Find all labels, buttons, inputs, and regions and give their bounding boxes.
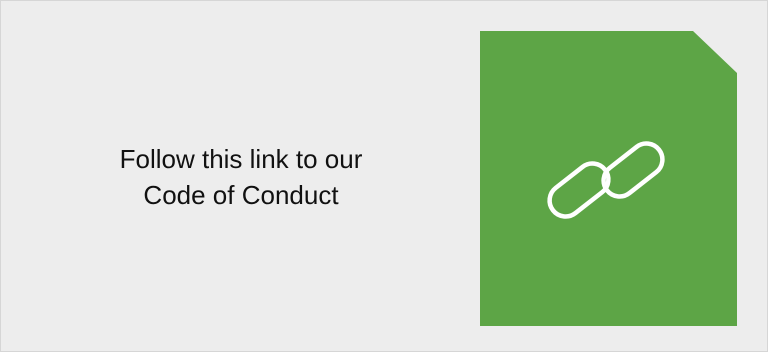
description-line-2: Code of Conduct [143,180,339,210]
link-icon[interactable] [538,140,674,220]
description-line-1: Follow this link to our [119,144,363,174]
link-description: Follow this link to our Code of Conduct [61,141,421,213]
